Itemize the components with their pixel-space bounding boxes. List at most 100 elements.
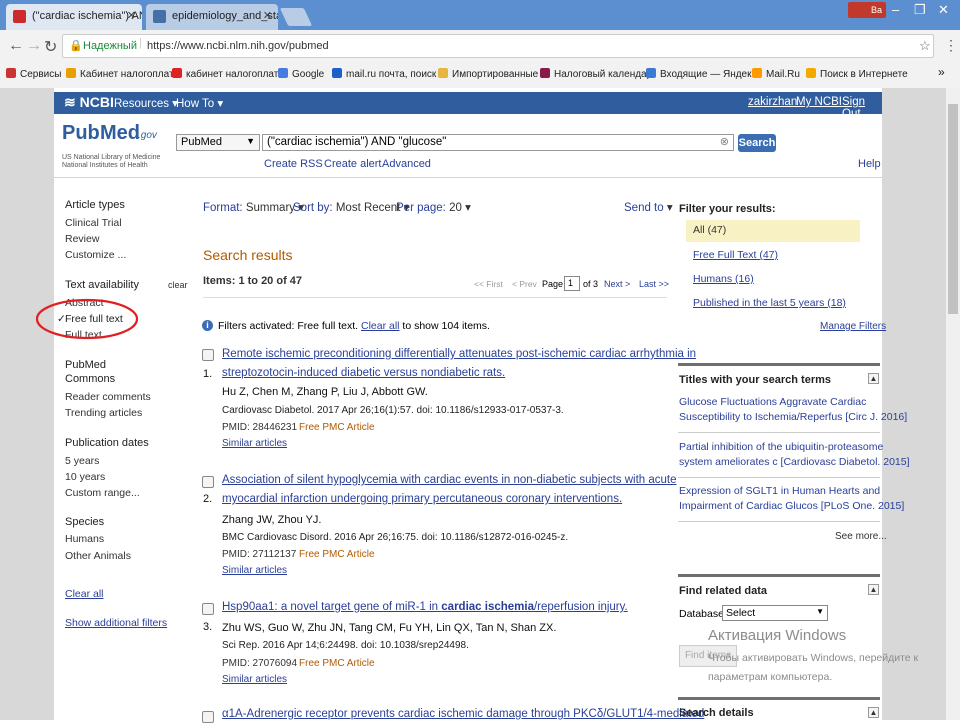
forward-arrow-icon[interactable]: →	[26, 37, 42, 55]
related-title-link[interactable]: Partial inhibition of the ubiquitin-prot…	[679, 440, 910, 470]
result-checkbox[interactable]	[202, 603, 214, 615]
result-title-link[interactable]: Remote ischemic preconditioning differen…	[222, 345, 696, 364]
bookmark-item[interactable]: mail.ru почта, поиск	[332, 68, 436, 80]
bookmark-item[interactable]: Сервисы	[6, 68, 61, 80]
pubmed-logo[interactable]: Pub Med .gov US National Library of Medi…	[62, 120, 172, 170]
database-dropdown[interactable]: Select ▼	[722, 605, 828, 621]
collapse-icon[interactable]: ▲	[868, 584, 879, 595]
create-alert-link[interactable]: Create alert	[324, 158, 381, 170]
scrollbar-thumb[interactable]	[948, 104, 958, 314]
filter-clinical-trial[interactable]: Clinical Trial	[65, 217, 122, 229]
trending-articles-link[interactable]: Trending articles	[65, 407, 142, 419]
manage-filters-link[interactable]: Manage Filters	[820, 321, 886, 332]
clear-search-icon[interactable]: ⊗	[720, 135, 729, 148]
bookmark-item[interactable]: Входящие — Яндекс	[646, 68, 757, 80]
free-pmc-link[interactable]: Free PMC Article	[299, 422, 375, 433]
bookmark-item[interactable]: Налоговый календар	[540, 68, 652, 80]
bookmark-star-icon[interactable]: ☆	[919, 38, 931, 54]
next-page-link[interactable]: Next >	[604, 279, 630, 289]
sign-out-link[interactable]: Sign Out	[842, 96, 882, 120]
help-link[interactable]: Help	[858, 158, 881, 170]
close-tab-icon[interactable]: ✕	[127, 9, 136, 22]
clear-all-link[interactable]: Clear all	[65, 588, 104, 600]
address-bar[interactable]: 🔒 Надежный | https://www.ncbi.nlm.nih.go…	[62, 34, 934, 58]
filter-humans[interactable]: Humans	[65, 533, 104, 545]
prev-page-link[interactable]: < Prev	[512, 279, 537, 289]
menu-dots-icon[interactable]: ⋮	[944, 37, 958, 54]
per-page-menu[interactable]: Per page: 20 ▾	[396, 200, 471, 214]
send-to-menu[interactable]: Send to ▾	[624, 200, 673, 214]
maximize-icon[interactable]: ❐	[914, 2, 926, 18]
custom-range-link[interactable]: Custom range...	[65, 487, 140, 499]
result-checkbox[interactable]	[202, 476, 214, 488]
free-pmc-link[interactable]: Free PMC Article	[299, 549, 375, 560]
bookmark-item[interactable]: кабинет налогоплате	[172, 68, 284, 80]
more-bookmarks-icon[interactable]: »	[938, 65, 945, 79]
back-arrow-icon[interactable]: ←	[8, 37, 24, 55]
result-checkbox[interactable]	[202, 349, 214, 361]
tab-epidemiology[interactable]: epidemiology_and_statis ✕	[146, 4, 278, 30]
collapse-icon[interactable]: ▲	[868, 373, 879, 384]
customize-link[interactable]: Customize ...	[65, 249, 126, 261]
bookmark-item[interactable]: Кабинет налогоплат	[66, 68, 174, 80]
user-link[interactable]: zakirzhan	[748, 96, 797, 108]
close-window-icon[interactable]: ✕	[938, 2, 949, 18]
similar-articles-link[interactable]: Similar articles	[222, 438, 287, 449]
bookmarks-bar: Сервисы Кабинет налогоплат кабинет налог…	[0, 62, 960, 89]
bookmark-item[interactable]: Импортированные	[438, 68, 538, 80]
filter-10-years[interactable]: 10 years	[65, 471, 105, 483]
filter-review[interactable]: Review	[65, 233, 99, 245]
result-title-link[interactable]: myocardial infarction undergoing primary…	[222, 490, 622, 509]
create-rss-link[interactable]: Create RSS	[264, 158, 323, 170]
show-additional-filters-link[interactable]: Show additional filters	[65, 617, 167, 629]
reader-comments-link[interactable]: Reader comments	[65, 391, 151, 403]
filter-other-animals[interactable]: Other Animals	[65, 550, 131, 562]
close-tab-icon[interactable]: ✕	[263, 9, 272, 22]
bookmark-item[interactable]: Поиск в Интернете	[806, 68, 908, 80]
related-title-link[interactable]: Glucose Fluctuations Aggravate Cardiac Su…	[679, 395, 907, 425]
see-more-link[interactable]: See more...	[835, 531, 887, 542]
ncbi-logo[interactable]: ≋ NCBI	[64, 94, 114, 111]
activation-watermark-text: параметрам компьютера.	[708, 671, 833, 683]
database-select[interactable]: PubMed ▼	[176, 134, 260, 151]
bookmark-item[interactable]: Google	[278, 68, 324, 80]
user-profile-button[interactable]: Ва	[848, 2, 886, 18]
search-icon	[806, 68, 816, 78]
search-button[interactable]: Search	[738, 134, 776, 152]
filter-free-full-text-count[interactable]: Free Full Text (47)	[693, 249, 778, 261]
bookmark-item[interactable]: Mail.Ru	[752, 68, 800, 80]
result-title-link[interactable]: streptozotocin-induced diabetic versus n…	[222, 364, 505, 383]
similar-articles-link[interactable]: Similar articles	[222, 674, 287, 685]
sort-menu[interactable]: Sort by: Most Recent ▾	[293, 200, 409, 214]
filter-humans-count[interactable]: Humans (16)	[693, 273, 754, 285]
result-checkbox[interactable]	[202, 711, 214, 723]
howto-menu[interactable]: How To ▾	[176, 96, 223, 110]
free-pmc-link[interactable]: Free PMC Article	[299, 658, 375, 669]
first-page-link[interactable]: << First	[474, 279, 503, 289]
clear-text-availability-link[interactable]: clear	[168, 280, 188, 290]
last-page-link[interactable]: Last >>	[639, 279, 669, 289]
search-input[interactable]: ("cardiac ischemia") AND "glucose" ⊗	[262, 134, 734, 151]
tab-pubmed[interactable]: ("cardiac ischemia") AND ✕	[6, 4, 142, 30]
advanced-link[interactable]: Advanced	[382, 158, 431, 170]
clear-all-filters-link[interactable]: Clear all	[361, 320, 400, 332]
info-icon: i	[202, 320, 213, 331]
filter-all[interactable]: All (47)	[693, 224, 726, 236]
related-title-link[interactable]: Expression of SGLT1 in Human Hearts and I…	[679, 484, 904, 514]
resources-menu[interactable]: Resources ▾	[114, 96, 178, 110]
per-page-value: 20	[449, 202, 462, 214]
collapse-icon[interactable]: ▲	[868, 707, 879, 718]
reload-icon[interactable]: ↻	[44, 37, 57, 57]
filter-last-5-years-count[interactable]: Published in the last 5 years (18)	[693, 297, 846, 309]
result-title-link[interactable]: Hsp90aa1: a novel target gene of miR-1 i…	[222, 598, 628, 617]
new-tab-button[interactable]	[279, 8, 313, 26]
minimize-icon[interactable]: –	[892, 2, 899, 17]
similar-articles-link[interactable]: Similar articles	[222, 565, 287, 576]
format-menu[interactable]: Format: Summary ▾	[203, 200, 304, 214]
filter-5-years[interactable]: 5 years	[65, 455, 99, 467]
page-number-input[interactable]: 1	[564, 276, 580, 291]
my-ncbi-link[interactable]: My NCBI	[796, 96, 842, 108]
result-title-link[interactable]: Association of silent hypoglycemia with …	[222, 471, 677, 490]
scrollbar[interactable]	[946, 88, 960, 720]
result-title-link[interactable]: α1A-Adrenergic receptor prevents cardiac…	[222, 705, 704, 724]
